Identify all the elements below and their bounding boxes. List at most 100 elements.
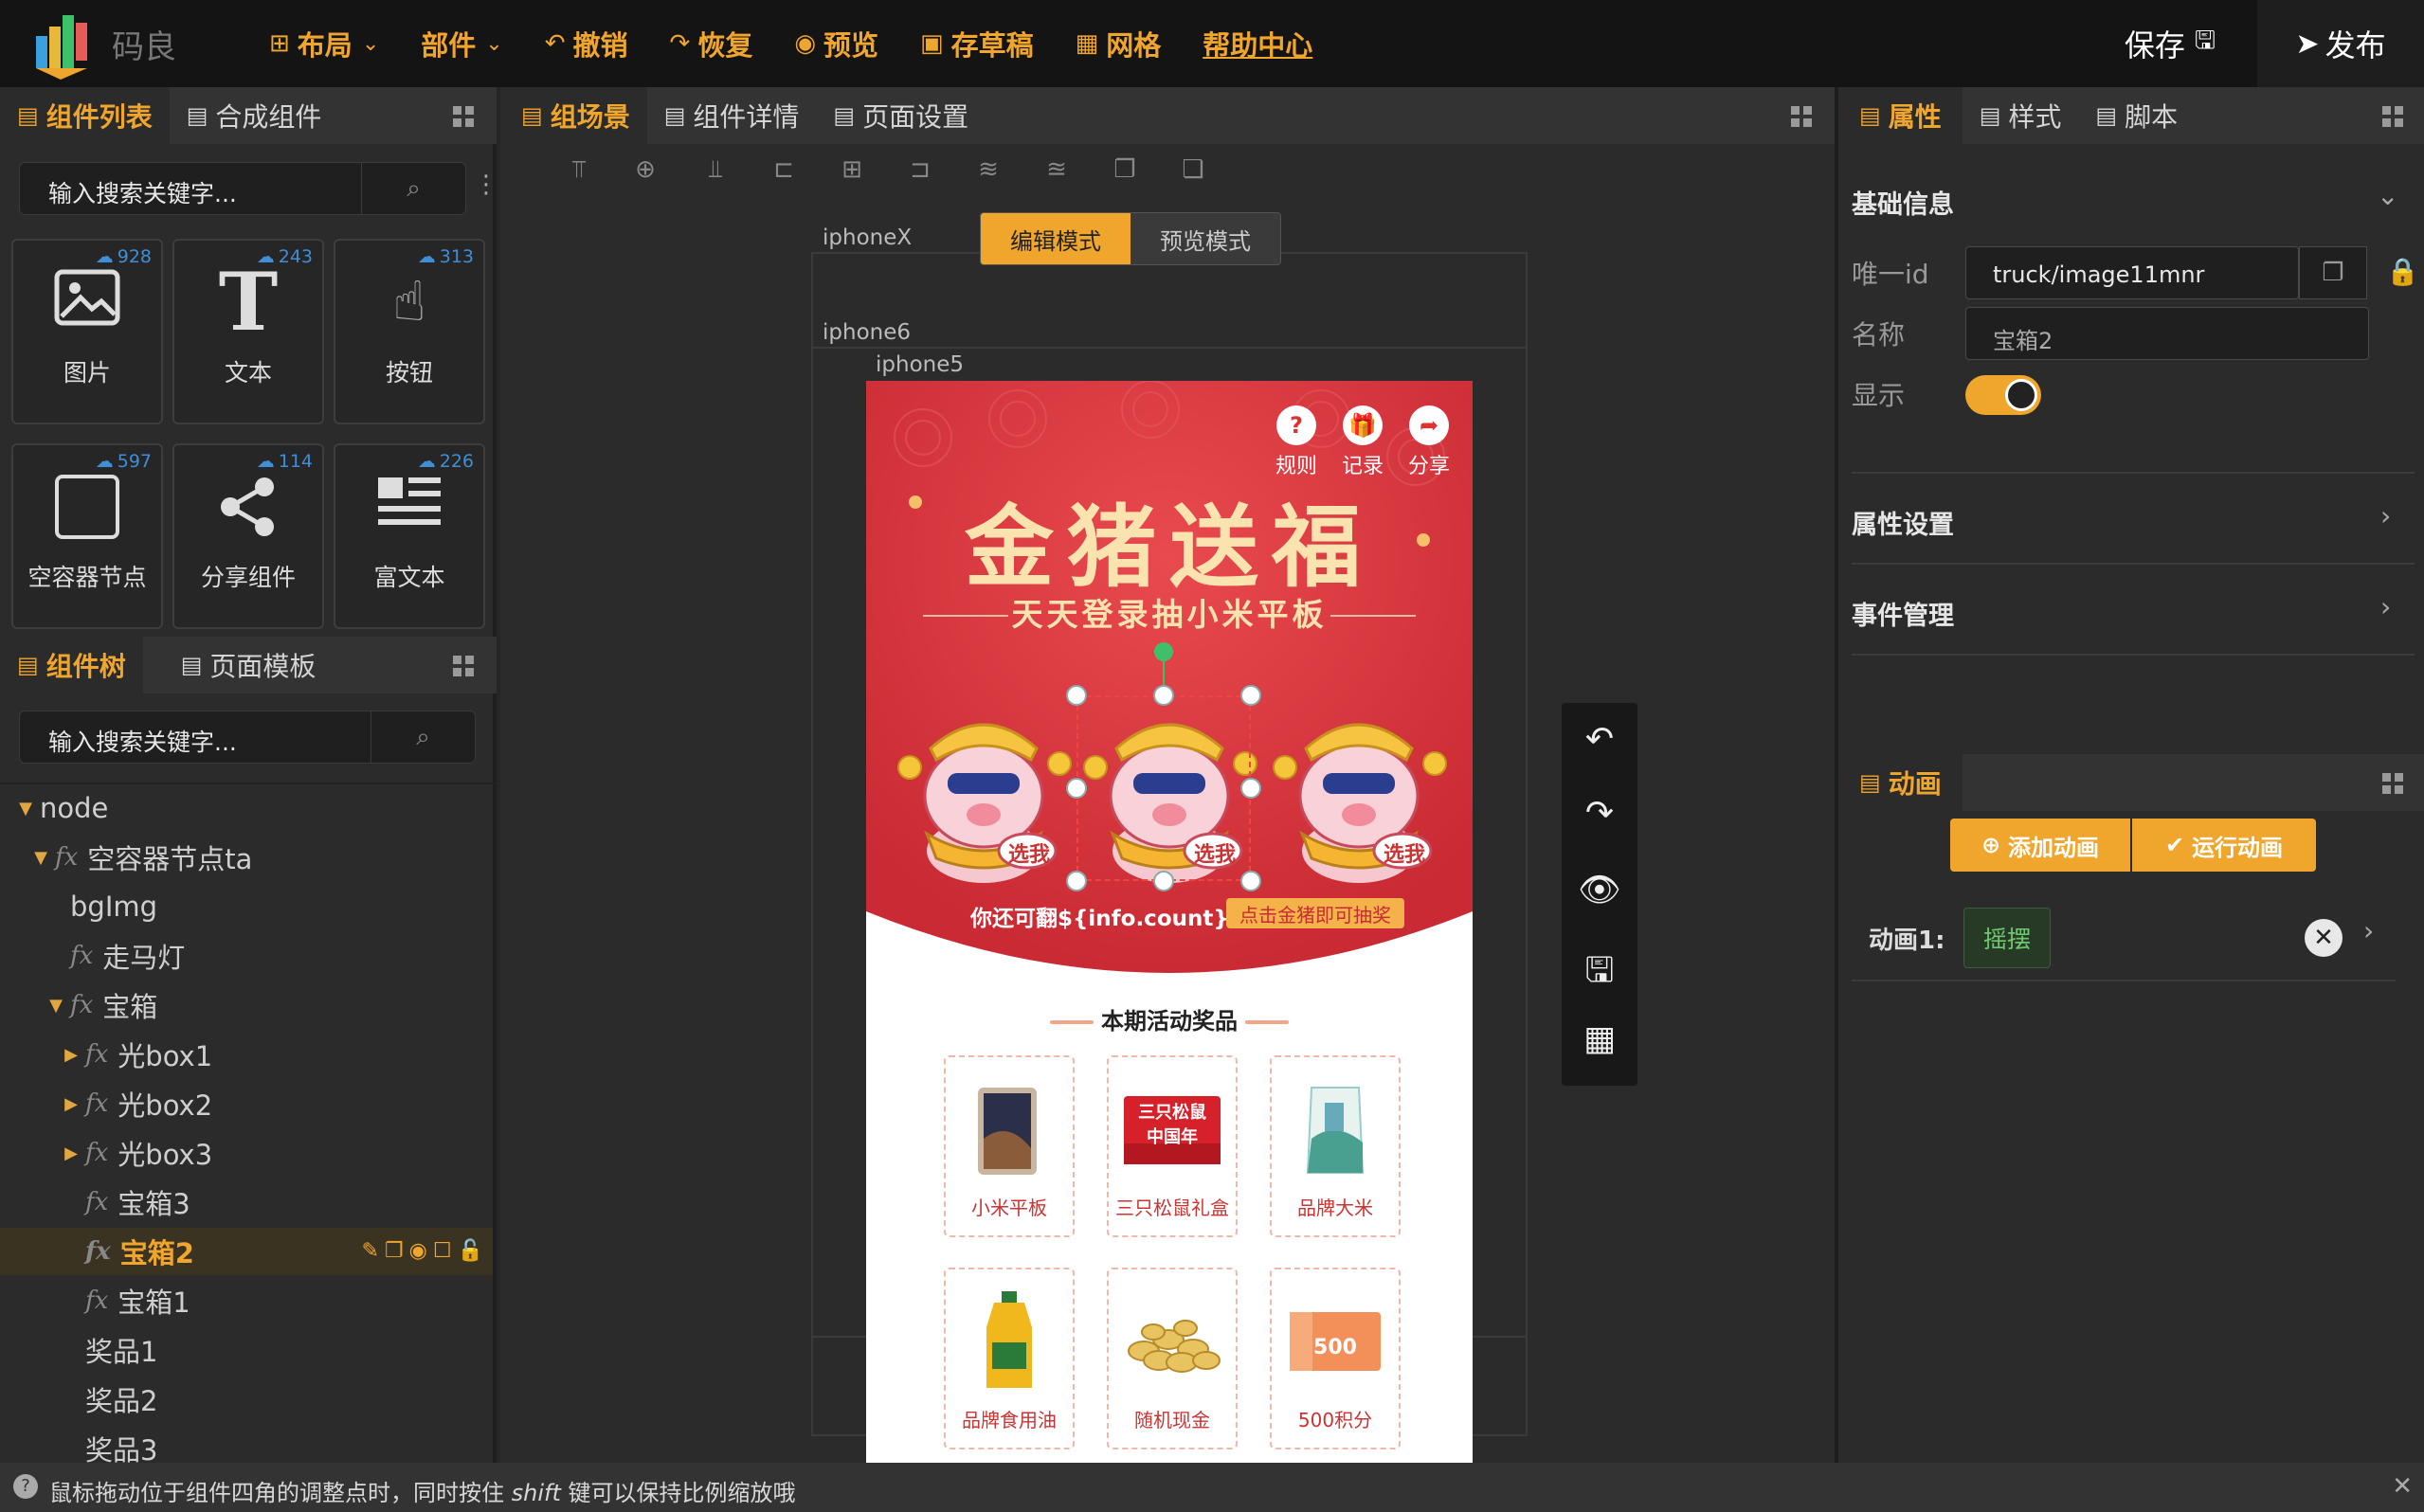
send-back-icon[interactable]: ❏ [1177,155,1209,188]
prize-card-2[interactable]: 品牌大米 [1270,1055,1401,1237]
caret-right-icon[interactable]: ▶ [57,1143,85,1163]
tree-node[interactable]: ▼ fx 宝箱 [0,981,493,1029]
show-toggle[interactable] [1965,375,2041,415]
event-mgmt-title[interactable]: 事件管理 [1852,595,1954,632]
chevron-right-icon[interactable]: › [2380,591,2391,622]
save-button[interactable]: 保存 🖫 [2094,17,2246,70]
menu-item-1[interactable]: 部件 ⌄ [400,0,523,87]
page-icon-1[interactable]: 🎁 记录 [1334,405,1391,479]
layer-up-icon[interactable]: ≋ [972,155,1004,188]
tree-node[interactable]: fx 宝箱1 [0,1277,493,1324]
page-icon-2[interactable]: ➦ 分享 [1401,405,1457,479]
tree-node[interactable]: ▶ fx 光box3 [0,1129,493,1177]
caret-right-icon[interactable]: ▶ [57,1094,85,1114]
tree-node[interactable]: fx 宝箱2 ✎ ❐ ◉ ☐ 🔓 [0,1228,493,1275]
component-search[interactable]: 输入搜索关键字... ⌕ [19,162,466,215]
tree-node[interactable]: 奖品2 [0,1376,493,1423]
resize-handle[interactable] [1066,871,1087,891]
eye-icon[interactable]: 👁 [1562,870,1637,909]
chevron-down-icon[interactable]: ⌄ [2377,180,2398,211]
lock-icon[interactable]: 🔒 [2386,256,2419,287]
resize-handle[interactable] [1066,778,1087,799]
undo-icon[interactable]: ↶ [1562,720,1637,759]
pig-3[interactable]: 选我 [1264,682,1454,891]
menu-item-7[interactable]: 帮助中心 [1182,0,1333,87]
component-card-2[interactable]: ☁ 313 ☝ 按钮 [334,239,485,424]
grid-icon[interactable]: ▦ [1562,1019,1637,1058]
tree-search[interactable]: 输入搜索关键字... ⌕ [19,711,476,764]
resize-handle[interactable] [1240,685,1261,706]
menu-item-2[interactable]: ↶ 撤销 [524,0,649,87]
align-vcenter-icon[interactable]: ⊕ [629,155,661,188]
tab-script[interactable]: ▤ 脚本 [2078,87,2196,144]
align-top-icon[interactable]: ⫪ [563,155,595,188]
resize-handle[interactable] [1153,871,1174,891]
selection-box[interactable] [1076,695,1251,881]
component-card-3[interactable]: ☁ 597 空容器节点 [11,443,163,629]
hide-icon[interactable]: ☐ [433,1239,452,1263]
tab-styles[interactable]: ▤ 样式 [1962,87,2079,144]
add-animation-button[interactable]: ⊕ 添加动画 [1950,819,2130,872]
align-left-icon[interactable]: ⊏ [768,155,800,188]
panel-grid-icon[interactable] [453,656,474,676]
caret-down-icon[interactable]: ▼ [27,848,55,868]
menu-item-3[interactable]: ↷ 恢复 [649,0,774,87]
tab-component-list[interactable]: ▤ 组件列表 [0,87,170,144]
animation-value[interactable]: 摇摆 [1963,908,2051,968]
tree-node[interactable]: ▶ fx 光box1 [0,1031,493,1078]
tree-node[interactable]: 奖品1 [0,1326,493,1374]
prize-card-0[interactable]: 小米平板 [944,1055,1075,1237]
panel-grid-icon[interactable] [2382,106,2403,127]
remove-animation-icon[interactable]: ✕ [2305,919,2343,957]
layer-down-icon[interactable]: ≊ [1040,155,1073,188]
copy-icon[interactable]: ❐ [385,1239,404,1263]
menu-item-5[interactable]: ▣ 存草稿 [899,0,1055,87]
prize-card-4[interactable]: 随机现金 [1107,1268,1238,1449]
resize-handle[interactable] [1240,778,1261,799]
tree-search-input[interactable]: 输入搜索关键字... [48,724,237,758]
redo-icon[interactable]: ↷ [1562,794,1637,833]
caret-down-icon[interactable]: ▼ [11,799,40,819]
caret-right-icon[interactable]: ▶ [57,1045,85,1065]
tree-node[interactable]: fx 宝箱3 [0,1179,493,1226]
chevron-right-icon[interactable]: › [2363,915,2374,946]
tab-scene[interactable]: ▤ 组场景 [500,87,647,144]
preview-mode-button[interactable]: 预览模式 [1131,213,1280,264]
search-icon[interactable]: ⌕ [361,163,465,214]
tab-composite[interactable]: ▤ 合成组件 [169,87,339,144]
prize-card-5[interactable]: 500 500积分 [1270,1268,1401,1449]
component-card-4[interactable]: ☁ 114 分享组件 [172,443,324,629]
edit-mode-button[interactable]: 编辑模式 [981,213,1131,264]
tab-component-detail[interactable]: ▤ 组件详情 [646,87,817,144]
resize-handle[interactable] [1153,685,1174,706]
align-hcenter-icon[interactable]: ⊞ [836,155,868,188]
tree-node[interactable]: ▼ fx 空容器节点ta [0,834,493,881]
chevron-right-icon[interactable]: › [2380,500,2391,531]
tab-animation[interactable]: ▤ 动画 [1838,754,1963,811]
search-icon[interactable]: ⌕ [371,711,475,763]
component-card-1[interactable]: ☁ 243 T 文本 [172,239,324,424]
tree-node[interactable]: fx 走马灯 [0,932,493,980]
tree-node[interactable]: ▼ node [0,784,493,832]
lock-icon[interactable]: 🔓 [458,1239,483,1263]
page-icon-0[interactable]: ? 规则 [1268,405,1325,479]
tab-attributes[interactable]: ▤ 属性 [1838,87,1963,144]
edit-icon[interactable]: ✎ [361,1239,378,1263]
align-bottom-icon[interactable]: ⫫ [699,155,732,188]
tree-node[interactable]: ▶ fx 光box2 [0,1080,493,1127]
panel-grid-icon[interactable] [1791,106,1812,127]
panel-grid-icon[interactable] [2382,773,2403,794]
resize-handle[interactable] [1240,871,1261,891]
run-animation-button[interactable]: ✔ 运行动画 [2132,819,2316,872]
publish-button[interactable]: ➤ 发布 [2257,0,2424,87]
menu-item-0[interactable]: ⊞ 布局 ⌄ [248,0,400,87]
menu-item-4[interactable]: ◉ 预览 [773,0,899,87]
menu-item-6[interactable]: ▦ 网格 [1055,0,1183,87]
id-field[interactable]: truck/image11mnr [1965,246,2299,299]
prize-card-1[interactable]: 三只松鼠 中国年 三只松鼠礼盒 [1107,1055,1238,1237]
name-field[interactable]: 宝箱2 [1965,307,2369,360]
tab-page-template[interactable]: ▤ 页面模板 [142,637,334,693]
id-icon[interactable]: ◉ [409,1239,427,1263]
copy-button[interactable]: ❐ [2299,246,2367,299]
attr-settings-title[interactable]: 属性设置 [1852,504,1954,541]
